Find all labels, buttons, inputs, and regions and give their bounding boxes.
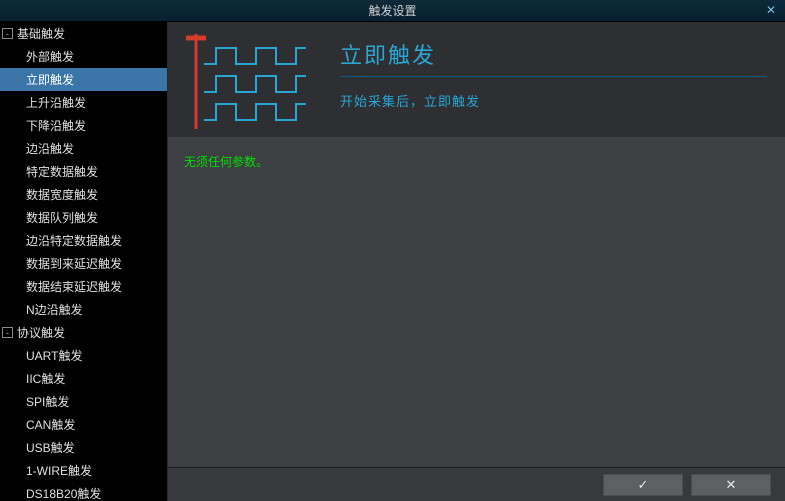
tree-item[interactable]: IIC触发 [0, 367, 167, 390]
close-icon[interactable]: ✕ [763, 3, 779, 17]
tree-item[interactable]: 数据宽度触发 [0, 183, 167, 206]
tree-item[interactable]: 外部触发 [0, 45, 167, 68]
tree-group-header[interactable]: -协议触发 [0, 321, 167, 344]
header-text: 立即触发 开始采集后，立即触发 [340, 34, 767, 110]
trigger-description: 开始采集后，立即触发 [340, 91, 767, 110]
params-panel: 无须任何参数。 [168, 137, 785, 467]
header-panel: 立即触发 开始采集后，立即触发 [168, 22, 785, 137]
tree-item[interactable]: USB触发 [0, 436, 167, 459]
collapse-icon[interactable]: - [2, 327, 13, 338]
tree-item[interactable]: 数据队列触发 [0, 206, 167, 229]
tree-group-label: 协议触发 [17, 324, 65, 341]
dialog-footer: ✓ ✕ [168, 467, 785, 501]
tree-item[interactable]: 特定数据触发 [0, 160, 167, 183]
collapse-icon[interactable]: - [2, 28, 13, 39]
tree-item[interactable]: CAN触发 [0, 413, 167, 436]
trigger-waveform-icon [186, 34, 316, 129]
tree-item[interactable]: DS18B20触发 [0, 482, 167, 501]
tree-item[interactable]: SPI触发 [0, 390, 167, 413]
cancel-button[interactable]: ✕ [691, 474, 771, 496]
tree-item[interactable]: 上升沿触发 [0, 91, 167, 114]
tree-group-header[interactable]: -基础触发 [0, 22, 167, 45]
dialog-body: -基础触发外部触发立即触发上升沿触发下降沿触发边沿触发特定数据触发数据宽度触发数… [0, 22, 785, 501]
tree-item[interactable]: 数据到来延迟触发 [0, 252, 167, 275]
tree-item[interactable]: 数据结束延迟触发 [0, 275, 167, 298]
trigger-title: 立即触发 [340, 38, 767, 77]
ok-button[interactable]: ✓ [603, 474, 683, 496]
main-panel: 立即触发 开始采集后，立即触发 无须任何参数。 ✓ ✕ [168, 22, 785, 501]
tree-item[interactable]: 下降沿触发 [0, 114, 167, 137]
titlebar[interactable]: 触发设置 ✕ [0, 0, 785, 22]
tree-item[interactable]: 边沿特定数据触发 [0, 229, 167, 252]
trigger-tree[interactable]: -基础触发外部触发立即触发上升沿触发下降沿触发边沿触发特定数据触发数据宽度触发数… [0, 22, 168, 501]
tree-item[interactable]: UART触发 [0, 344, 167, 367]
tree-item[interactable]: N边沿触发 [0, 298, 167, 321]
window-title: 触发设置 [368, 2, 416, 19]
no-params-text: 无须任何参数。 [184, 153, 769, 170]
tree-item[interactable]: 立即触发 [0, 68, 167, 91]
tree-item[interactable]: 边沿触发 [0, 137, 167, 160]
tree-item[interactable]: 1-WIRE触发 [0, 459, 167, 482]
tree-group-label: 基础触发 [17, 25, 65, 42]
dialog-window: 触发设置 ✕ -基础触发外部触发立即触发上升沿触发下降沿触发边沿触发特定数据触发… [0, 0, 785, 501]
